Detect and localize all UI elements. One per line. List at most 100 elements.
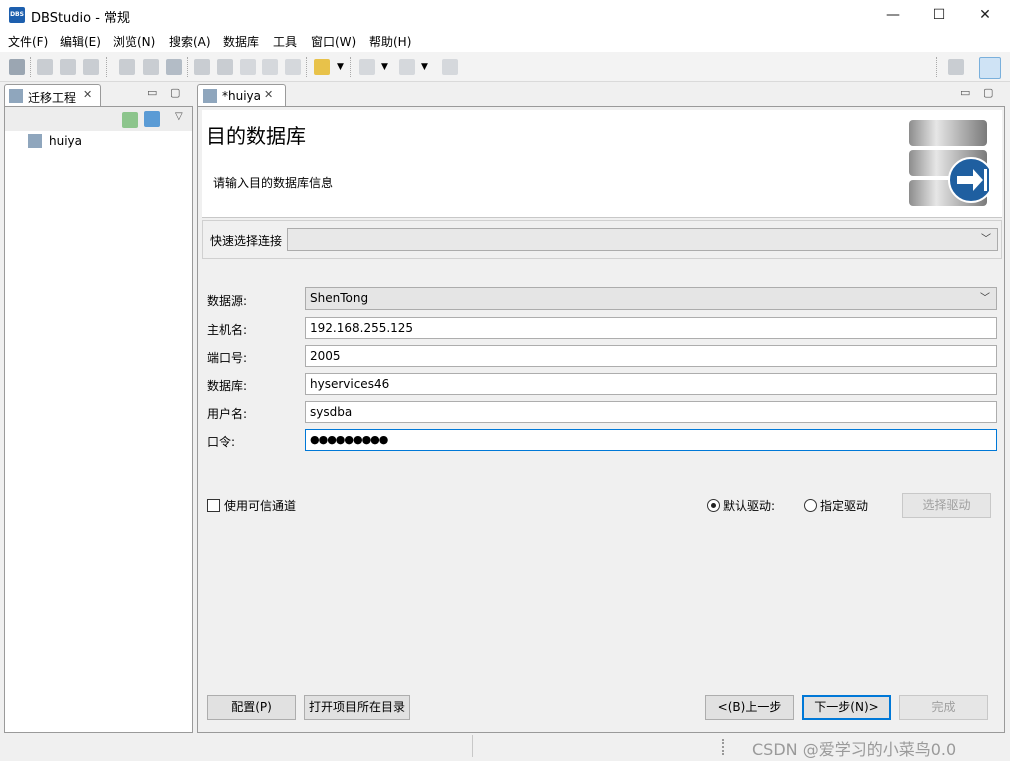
user-label: 用户名: xyxy=(207,407,248,421)
save-all-icon[interactable] xyxy=(166,59,182,75)
trusted-channel-label: 使用可信通道 xyxy=(224,499,297,513)
port-input[interactable]: 2005 xyxy=(305,345,997,367)
toolbar-separator xyxy=(936,57,937,77)
status-grip xyxy=(722,739,724,755)
title-bar: DBS DBStudio - 常规 — ☐ ✕ xyxy=(0,0,1010,30)
password-label: 口令: xyxy=(207,435,236,449)
quick-connect-label: 快速选择连接 xyxy=(210,234,283,248)
maximize-editor-icon[interactable]: ▢ xyxy=(983,86,993,99)
maximize-button[interactable]: ☐ xyxy=(916,0,962,30)
toolbar-separator xyxy=(106,57,107,77)
default-driver-label: 默认驱动: xyxy=(723,499,776,513)
menu-tools[interactable]: 工具 xyxy=(273,33,297,50)
menu-help[interactable]: 帮助(H) xyxy=(369,33,411,50)
import-icon[interactable] xyxy=(144,111,160,127)
password-input[interactable]: ●●●●●●●●● xyxy=(305,429,997,451)
editor-icon xyxy=(203,89,217,103)
menu-window[interactable]: 窗口(W) xyxy=(311,33,356,50)
undo-icon[interactable] xyxy=(240,59,256,75)
maximize-panel-icon[interactable]: ▢ xyxy=(170,86,180,99)
new-connection-icon[interactable] xyxy=(9,59,25,75)
finish-button[interactable]: 完成 xyxy=(899,695,988,720)
quick-connect-group: 快速选择连接 ﹀ xyxy=(202,220,1002,259)
window-title: DBStudio - 常规 xyxy=(31,11,131,26)
datasource-label: 数据源: xyxy=(207,294,248,308)
view-menu-icon[interactable]: ▽ xyxy=(175,111,183,122)
open-perspective-icon[interactable] xyxy=(948,59,964,75)
port-label: 端口号: xyxy=(207,351,248,365)
status-divider xyxy=(472,735,473,757)
config-button[interactable]: 配置(P) xyxy=(207,695,296,720)
project-node-icon xyxy=(28,134,42,148)
project-panel: ▽ huiya xyxy=(4,106,193,733)
toolbar: ▼ ▼ ▼ xyxy=(0,52,1010,82)
host-input[interactable]: 192.168.255.125 xyxy=(305,317,997,339)
watermark-text: CSDN @爱学习的小菜鸟0.0 xyxy=(752,740,957,759)
refresh-icon[interactable] xyxy=(83,59,99,75)
export-icon[interactable] xyxy=(217,59,233,75)
chevron-down-icon: ﹀ xyxy=(981,234,991,245)
app-icon: DBS xyxy=(9,7,25,23)
specify-driver-radio[interactable] xyxy=(804,499,817,512)
close-button[interactable]: ✕ xyxy=(962,0,1008,30)
status-bar: CSDN @爱学习的小菜鸟0.0 xyxy=(0,733,1010,761)
close-tab-icon[interactable]: ✕ xyxy=(83,88,92,101)
tab-label: 迁移工程 xyxy=(28,91,77,105)
tab-label: *huiya xyxy=(222,89,261,103)
minimize-panel-icon[interactable]: ▭ xyxy=(147,86,157,99)
datasource-value: ShenTong xyxy=(310,291,369,305)
page-title: 目的数据库 xyxy=(206,124,306,148)
database-input[interactable]: hyservices46 xyxy=(305,373,997,395)
new-file-icon[interactable] xyxy=(119,59,135,75)
tree-item-huiya[interactable]: huiya xyxy=(49,134,82,148)
open-directory-button[interactable]: 打开项目所在目录 xyxy=(304,695,410,720)
run-dropdown-icon[interactable]: ▼ xyxy=(337,62,344,72)
minimize-button[interactable]: — xyxy=(870,0,916,30)
database-arrow-icon xyxy=(907,118,994,208)
database-label: 数据库: xyxy=(207,379,248,393)
menu-edit[interactable]: 编辑(E) xyxy=(60,33,101,50)
quick-connect-combo[interactable]: ﹀ xyxy=(287,228,998,251)
add-project-icon[interactable] xyxy=(122,112,138,128)
back-button[interactable]: <(B)上一步 xyxy=(705,695,794,720)
migration-perspective-icon[interactable] xyxy=(979,57,1001,79)
menu-database[interactable]: 数据库 xyxy=(223,33,259,50)
project-icon xyxy=(9,89,23,103)
toolbar-separator xyxy=(350,57,351,77)
page-subtitle: 请输入目的数据库信息 xyxy=(213,176,334,190)
trusted-channel-checkbox[interactable] xyxy=(207,499,220,512)
chevron-down-icon: ﹀ xyxy=(980,293,990,304)
toolbar-separator xyxy=(187,57,188,77)
default-driver-radio[interactable] xyxy=(707,499,720,512)
last-edit-icon[interactable] xyxy=(442,59,458,75)
disconnect-icon[interactable] xyxy=(60,59,76,75)
user-input[interactable]: sysdba xyxy=(305,401,997,423)
toolbar-separator xyxy=(30,57,31,77)
menu-search[interactable]: 搜索(A) xyxy=(169,33,211,50)
select-driver-button[interactable]: 选择驱动 xyxy=(902,493,991,518)
next-button[interactable]: 下一步(N)> xyxy=(802,695,891,720)
specify-driver-label: 指定驱动 xyxy=(820,499,869,513)
datasource-combo[interactable]: ShenTong ﹀ xyxy=(305,287,997,310)
next-dropdown-icon[interactable]: ▼ xyxy=(381,62,388,72)
edit-file-icon[interactable] xyxy=(143,59,159,75)
menu-file[interactable]: 文件(F) xyxy=(8,33,48,50)
panel-toolbar xyxy=(5,107,192,131)
menu-browse[interactable]: 浏览(N) xyxy=(113,33,155,50)
prev-dropdown-icon[interactable]: ▼ xyxy=(421,62,428,72)
tab-huiya-editor[interactable]: *huiya ✕ xyxy=(197,84,286,107)
host-label: 主机名: xyxy=(207,323,248,337)
minimize-editor-icon[interactable]: ▭ xyxy=(960,86,970,99)
redo-icon[interactable] xyxy=(262,59,278,75)
menu-bar: 文件(F) 编辑(E) 浏览(N) 搜索(A) 数据库 工具 窗口(W) 帮助(… xyxy=(0,30,1010,52)
close-tab-icon[interactable]: ✕ xyxy=(264,88,273,101)
toolbar-separator xyxy=(306,57,307,77)
tab-migration-project[interactable]: 迁移工程 ✕ xyxy=(4,84,101,107)
prev-annotation-icon[interactable] xyxy=(399,59,415,75)
print-icon[interactable] xyxy=(285,59,301,75)
save-icon[interactable] xyxy=(194,59,210,75)
connect-icon[interactable] xyxy=(37,59,53,75)
run-icon[interactable] xyxy=(314,59,330,75)
next-annotation-icon[interactable] xyxy=(359,59,375,75)
editor-panel: 目的数据库 请输入目的数据库信息 快速选择连接 ﹀ 数据源: ShenTong … xyxy=(197,106,1005,733)
